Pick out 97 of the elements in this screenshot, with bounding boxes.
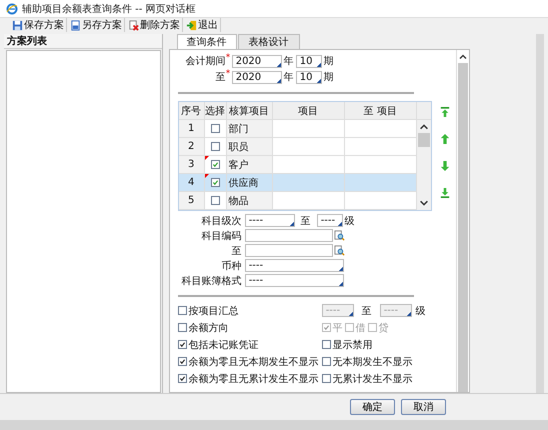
grid-row[interactable]: 5 物品 [178, 192, 417, 210]
unit-label: 期 [322, 70, 335, 84]
scroll-up-icon[interactable] [458, 52, 468, 61]
checkbox-label: 显示禁用 [332, 338, 373, 352]
period-field[interactable]: 10 [296, 54, 322, 68]
checkbox[interactable] [178, 323, 187, 332]
panel-header: 方案列表 [4, 34, 162, 49]
field-label: 币种 [220, 260, 243, 272]
floppy-icon [12, 20, 23, 30]
document-icon [70, 20, 81, 30]
ok-button[interactable]: 确定 [350, 399, 395, 415]
checkbox-label: 无本期发生不显示 [332, 356, 413, 368]
checkbox[interactable] [178, 357, 187, 366]
unit-label: 年 [282, 71, 295, 84]
tab[interactable]: 查询条件 [176, 34, 237, 49]
checkbox-label: 余额为零且无累计发生不显示 [188, 372, 319, 386]
move-down-icon[interactable] [440, 160, 450, 172]
required-mark: * [226, 53, 232, 63]
scroll-thumb[interactable] [458, 63, 468, 392]
unit-label: 年 [282, 55, 295, 68]
checkbox[interactable] [210, 142, 220, 151]
table-cell: 客户 [226, 156, 273, 173]
column-header: 项目 [272, 102, 345, 119]
unit-label: 期 [322, 54, 335, 68]
search-icon[interactable] [334, 230, 345, 241]
checkbox[interactable] [322, 340, 331, 349]
checkbox[interactable] [210, 124, 220, 133]
scrollbar[interactable] [416, 120, 431, 210]
column-header: 至 项目 [344, 102, 417, 119]
level-field[interactable]: ---- [316, 214, 343, 227]
checkbox[interactable] [210, 160, 220, 169]
checkbox-label: 余额方向 [188, 322, 229, 334]
checkbox-label: 按项目汇总 [188, 304, 239, 318]
field-label: 科目编码 [200, 230, 243, 242]
delete-button[interactable]: 删除方案 [126, 18, 183, 32]
scrollbar[interactable] [536, 34, 544, 393]
checkbox[interactable] [322, 357, 331, 366]
scrollbar[interactable] [456, 50, 470, 392]
checkbox[interactable] [210, 196, 220, 205]
select-field[interactable]: ---- [244, 259, 344, 272]
level-field[interactable]: ---- [244, 214, 295, 227]
checkbox-label: 余额为零且无本期发生不显示 [188, 356, 319, 368]
table-cell: 物品 [226, 192, 273, 209]
period-field[interactable]: 10 [296, 70, 322, 84]
save-button[interactable]: 保存方案 [10, 18, 67, 32]
cancel-button[interactable]: 取消 [401, 399, 446, 415]
row-number: 1 [178, 120, 205, 137]
checkbox-label: 贷 [378, 322, 389, 334]
browser-icon [6, 2, 18, 14]
checkbox-label: 平 [332, 322, 343, 334]
tab[interactable]: 表格设计 [238, 34, 300, 49]
code-field[interactable] [244, 244, 333, 257]
checkbox-label: 借 [356, 322, 366, 334]
column-header: 选择 [204, 102, 227, 119]
table-cell: 部门 [226, 120, 273, 137]
checkbox-label: 无累计发生不显示 [332, 372, 413, 386]
unit-label: 级 [344, 214, 356, 228]
year-field[interactable]: 2020 [232, 54, 282, 68]
checkbox-label: 包括未记账凭证 [188, 338, 259, 352]
column-header: 核算项目 [226, 102, 273, 119]
saveas-button[interactable]: 另存方案 [68, 18, 125, 32]
row-number: 2 [178, 138, 205, 155]
scroll-thumb[interactable] [418, 133, 430, 147]
required-mark: * [226, 69, 232, 79]
code-field[interactable] [244, 229, 333, 242]
checkbox[interactable] [178, 374, 187, 383]
range-label: 至 [300, 214, 312, 228]
range-label: 至 [360, 304, 373, 318]
grid-row[interactable]: 1 部门 [178, 120, 417, 138]
checkbox[interactable] [210, 178, 220, 187]
scroll-up-icon[interactable] [418, 122, 430, 131]
grid-row[interactable]: 2 职员 [178, 138, 417, 156]
exit-button[interactable]: 退出 [184, 18, 221, 32]
field-label: 科目级次 [200, 214, 243, 228]
unit-label: 级 [414, 304, 427, 318]
column-header: 序号 [178, 102, 205, 119]
select-field[interactable]: ---- [244, 274, 344, 287]
move-top-icon[interactable] [440, 106, 450, 118]
scroll-down-icon[interactable] [418, 199, 430, 208]
checkbox[interactable] [322, 374, 331, 383]
move-bottom-icon[interactable] [440, 187, 450, 199]
row-number: 3 [178, 156, 205, 173]
grid-row[interactable]: 4 供应商 [178, 174, 417, 192]
exit-icon [186, 20, 197, 30]
year-field[interactable]: 2020 [232, 70, 282, 84]
delete-icon [128, 20, 139, 30]
field-label: 至 [214, 71, 226, 84]
field-label: 科目账簿格式 [180, 274, 243, 288]
checkbox[interactable] [178, 340, 187, 349]
field-label: 至 [230, 244, 243, 258]
window-title: 辅助项目余额表查询条件 -- 网页对话框 [22, 2, 196, 16]
table-cell: 供应商 [226, 174, 273, 191]
row-number: 5 [178, 192, 205, 209]
search-icon[interactable] [334, 245, 345, 256]
field-label: 会计期间 [184, 54, 226, 68]
move-up-icon[interactable] [440, 133, 450, 145]
table-cell: 职员 [226, 138, 273, 155]
